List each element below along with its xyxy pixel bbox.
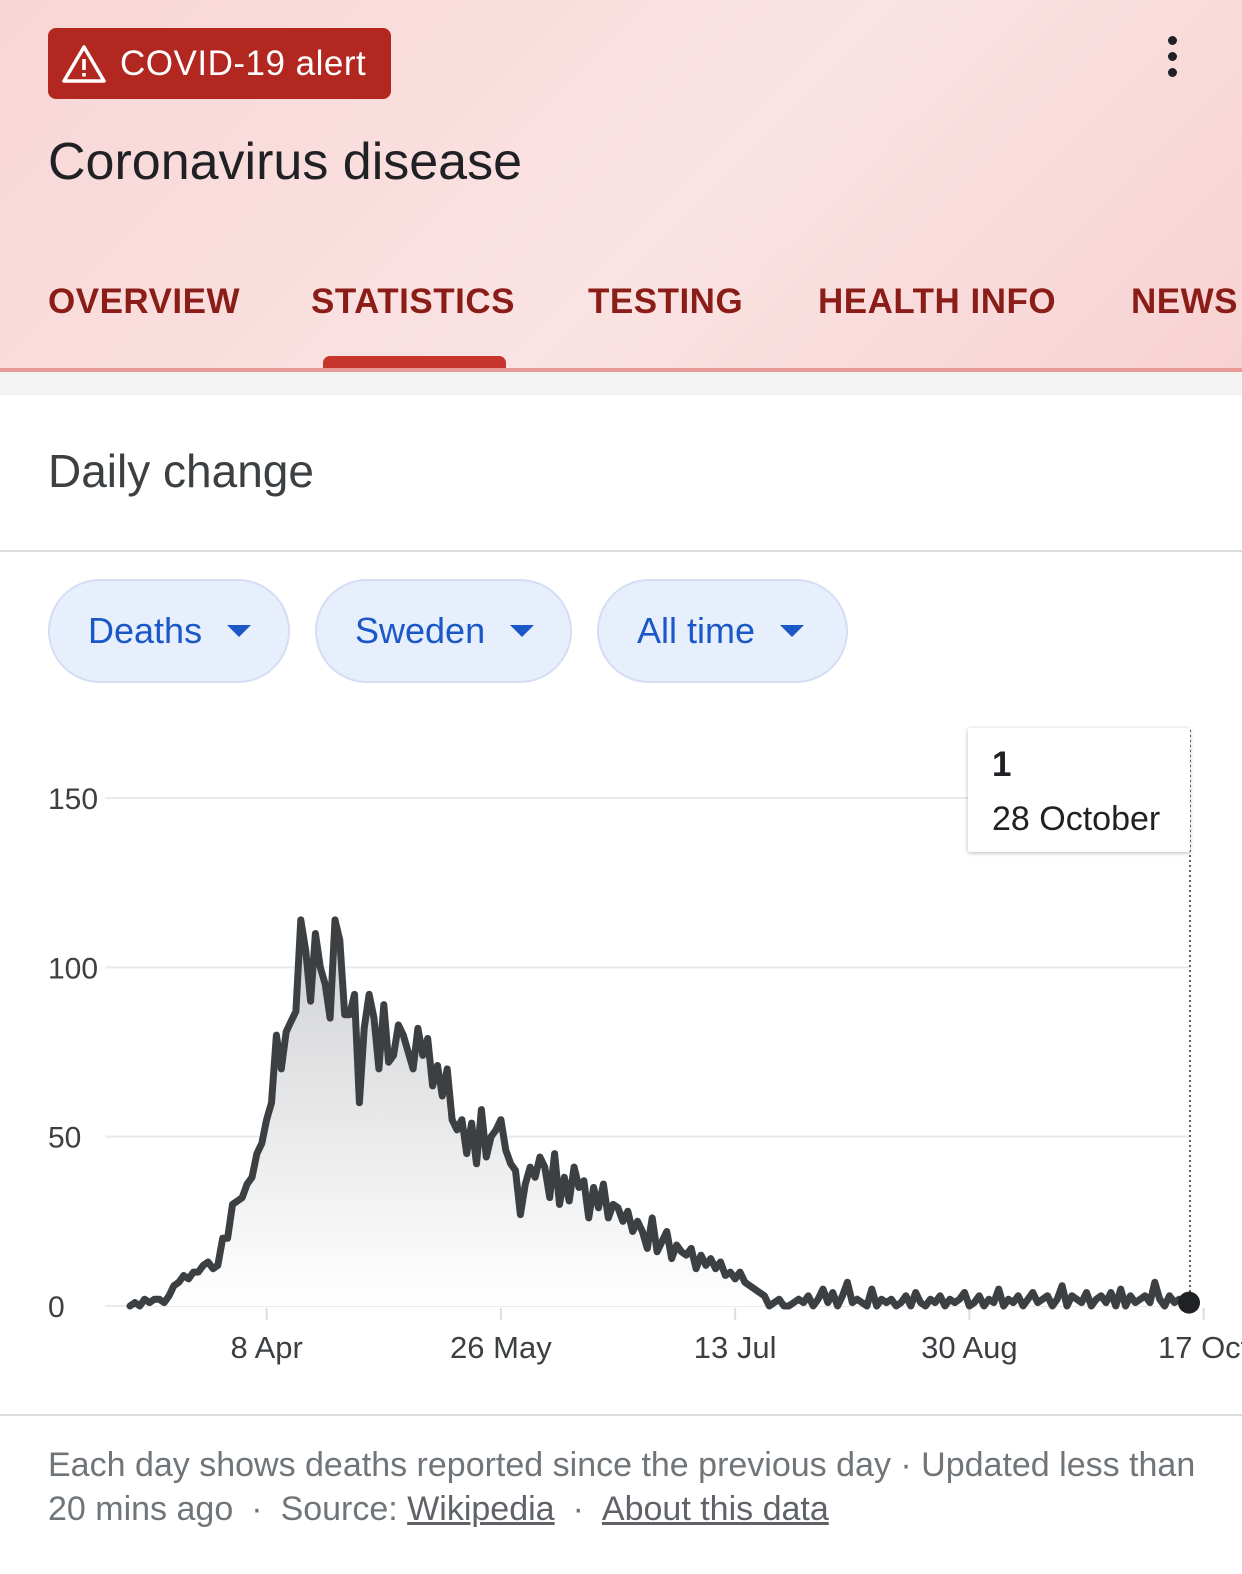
chart-footnote: Each day shows deaths reported since the… [48,1446,1196,1528]
covid-alert-badge[interactable]: COVID-19 alert [48,28,391,99]
more-vert-icon[interactable] [1150,30,1194,82]
alert-label: COVID-19 alert [120,43,367,83]
chip-label: All time [637,610,756,651]
y-tick-label: 0 [48,1291,65,1324]
tab-statistics[interactable]: STATISTICS [311,282,515,322]
warning-icon [62,44,106,84]
dropdown-arrow-icon [509,624,535,638]
y-tick-label: 150 [48,783,98,816]
time-range-filter-chip[interactable]: All time [597,579,848,683]
x-tick-label: 26 May [450,1330,552,1365]
tooltip-date: 28 October [992,800,1161,838]
about-data-link[interactable]: About this data [602,1490,829,1528]
dropdown-arrow-icon [779,624,805,638]
footer-divider [0,1414,1242,1416]
tab-health-info[interactable]: HEALTH INFO [818,282,1056,322]
tab-testing[interactable]: TESTING [588,282,743,322]
source-label: Source: [280,1490,398,1528]
x-tick-label: 17 Oct [1158,1330,1242,1365]
tab-overview[interactable]: OVERVIEW [48,282,240,322]
metric-filter-chip[interactable]: Deaths [48,579,290,683]
chip-label: Deaths [88,610,203,651]
section-divider [0,550,1242,552]
page-title: Coronavirus disease [48,133,523,191]
y-tick-label: 100 [48,952,98,985]
x-tick-label: 13 Jul [694,1330,777,1365]
tab-news[interactable]: NEWS [1131,282,1238,322]
dropdown-arrow-icon [226,624,252,638]
tabs-shadow [0,372,1242,395]
chart-tooltip: 1 28 October [968,728,1190,852]
x-tick-label: 8 Apr [230,1330,302,1365]
y-tick-label: 50 [48,1122,81,1155]
tooltip-value: 1 [992,745,1012,784]
section-title: Daily change [48,445,314,497]
location-filter-chip[interactable]: Sweden [315,579,572,683]
wikipedia-link[interactable]: Wikipedia [407,1490,554,1528]
selected-point[interactable] [1178,1291,1200,1314]
chip-label: Sweden [355,610,486,651]
x-tick-label: 30 Aug [921,1330,1018,1365]
